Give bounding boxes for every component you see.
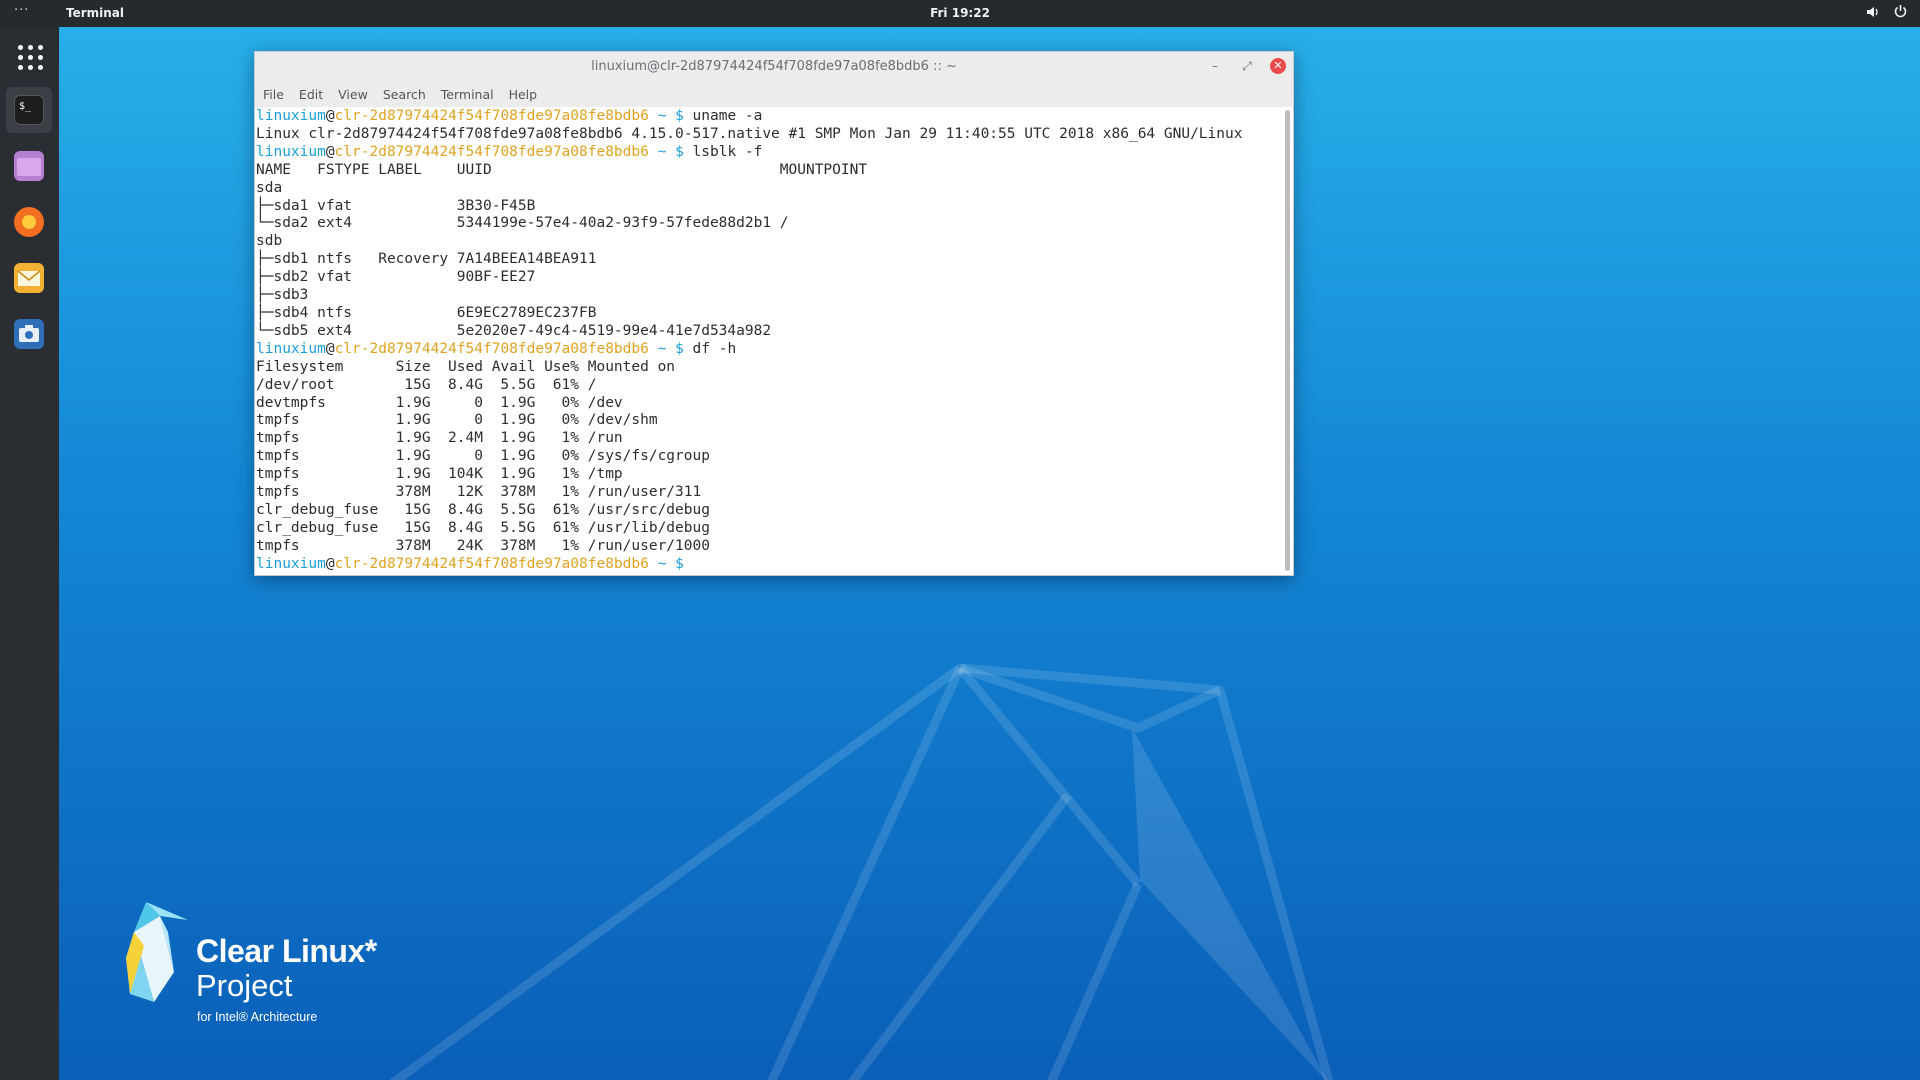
prompt-host: clr-2d87974424f54f708fde97a08fe8bdb6 <box>334 340 649 357</box>
output-line: devtmpfs 1.9G 0 1.9G 0% /dev <box>256 394 623 411</box>
screenshot-icon <box>14 319 44 349</box>
dock: $_ <box>0 27 59 1080</box>
prompt-line: linuxium@clr-2d87974424f54f708fde97a08fe… <box>256 108 1283 126</box>
prompt-host: clr-2d87974424f54f708fde97a08fe8bdb6 <box>334 108 649 124</box>
dock-firefox[interactable] <box>6 199 52 245</box>
prompt-line: linuxium@clr-2d87974424f54f708fde97a08fe… <box>256 556 1283 574</box>
logo-subtitle: Project <box>196 968 293 1003</box>
window-titlebar[interactable]: linuxium@clr-2d87974424f54f708fde97a08fe… <box>255 52 1293 82</box>
output-line: └─sda2 ext4 5344199e-57e4-40a2-93f9-57fe… <box>256 215 789 232</box>
prompt-user: linuxium <box>256 340 326 357</box>
clock-label[interactable]: Fri 19:22 <box>930 6 990 20</box>
prompt-at: @ <box>325 555 335 572</box>
menu-file[interactable]: File <box>255 82 291 102</box>
prompt-user: linuxium <box>256 108 326 124</box>
output-line: Filesystem Size Used Avail Use% Mounted … <box>256 358 676 375</box>
clear-linux-logo: Clear Linux* Project for Intel® Architec… <box>124 902 384 1032</box>
output-line: ├─sdb3 <box>256 287 309 304</box>
volume-icon[interactable] <box>1866 5 1880 22</box>
dock-mail[interactable] <box>6 255 52 301</box>
prompt-host: clr-2d87974424f54f708fde97a08fe8bdb6 <box>334 555 649 572</box>
show-applications-button[interactable] <box>6 33 52 79</box>
menu-view[interactable]: View <box>330 82 375 102</box>
command-text: uname -a <box>683 108 763 124</box>
output-line: tmpfs 1.9G 0 1.9G 0% /sys/fs/cgroup <box>256 448 710 465</box>
minimize-button[interactable]: – <box>1207 58 1223 74</box>
prompt-user: linuxium <box>256 143 326 160</box>
prompt-dir: ~ <box>648 108 676 124</box>
clock: Fri 19:22 <box>0 6 1920 20</box>
prompt-symbol: $ <box>675 340 684 357</box>
prompt-symbol: $ <box>675 555 684 572</box>
dock-terminal[interactable]: $_ <box>6 87 52 133</box>
menu-edit[interactable]: Edit <box>291 82 330 102</box>
terminal-icon: $_ <box>14 95 44 125</box>
output-line: tmpfs 378M 24K 378M 1% /run/user/1000 <box>256 537 710 554</box>
output-line: tmpfs 378M 12K 378M 1% /run/user/311 <box>256 484 702 501</box>
menu-search[interactable]: Search <box>375 82 433 102</box>
clear-linux-logo-icon <box>126 902 188 1002</box>
prompt-dir: ~ <box>648 555 676 572</box>
output-line: ├─sdb4 ntfs 6E9EC2789EC237FB <box>256 304 597 321</box>
logo-tagline: for Intel® Architecture <box>197 1010 318 1024</box>
prompt-dir: ~ <box>648 340 676 357</box>
output-line: ├─sda1 vfat 3B30-F45B <box>256 197 536 214</box>
prompt-user: linuxium <box>256 555 326 572</box>
menu-help[interactable]: Help <box>501 82 545 102</box>
output-line: ├─sdb2 vfat 90BF-EE27 <box>256 269 536 286</box>
activities-button[interactable]: ··· <box>14 3 29 18</box>
prompt-dir: ~ <box>648 143 676 160</box>
output-line: tmpfs 1.9G 104K 1.9G 1% /tmp <box>256 466 623 483</box>
dock-screenshot[interactable] <box>6 311 52 357</box>
output-line: sdb <box>256 233 283 250</box>
scrollbar[interactable] <box>1285 110 1290 571</box>
window-title: linuxium@clr-2d87974424f54f708fde97a08fe… <box>591 59 957 74</box>
output-line: tmpfs 1.9G 2.4M 1.9G 1% /run <box>256 430 623 447</box>
terminal-output[interactable]: linuxium@clr-2d87974424f54f708fde97a08fe… <box>255 107 1283 575</box>
files-icon <box>14 151 44 181</box>
menu-terminal[interactable]: Terminal <box>433 82 501 102</box>
output-line: clr_debug_fuse 15G 8.4G 5.5G 61% /usr/sr… <box>256 501 710 518</box>
close-button[interactable]: ✕ <box>1270 58 1286 74</box>
power-icon[interactable] <box>1893 4 1908 22</box>
output-line: tmpfs 1.9G 0 1.9G 0% /dev/shm <box>256 412 658 429</box>
app-menu[interactable]: Terminal <box>66 6 124 20</box>
logo-title: Clear Linux* <box>196 933 377 969</box>
output-line: Linux clr-2d87974424f54f708fde97a08fe8bd… <box>256 125 1243 142</box>
prompt-at: @ <box>325 340 335 357</box>
output-line: NAME FSTYPE LABEL UUID MOUNTPOINT <box>256 161 868 178</box>
output-line: └─sdb5 ext4 5e2020e7-49c4-4519-99e4-41e7… <box>256 322 772 339</box>
prompt-symbol: $ <box>675 108 684 124</box>
command-text: df -h <box>683 340 737 357</box>
prompt-at: @ <box>325 143 335 160</box>
prompt-line: linuxium@clr-2d87974424f54f708fde97a08fe… <box>256 341 1283 359</box>
dock-files[interactable] <box>6 143 52 189</box>
output-line: /dev/root 15G 8.4G 5.5G 61% / <box>256 376 597 393</box>
maximize-button[interactable]: ⤢ <box>1239 58 1255 74</box>
command-text: lsblk -f <box>683 143 763 160</box>
output-line: clr_debug_fuse 15G 8.4G 5.5G 61% /usr/li… <box>256 519 710 536</box>
output-line: ├─sdb1 ntfs Recovery 7A14BEEA14BEA911 <box>256 251 597 268</box>
terminal-window: linuxium@clr-2d87974424f54f708fde97a08fe… <box>254 51 1294 576</box>
mail-icon <box>14 263 44 293</box>
prompt-host: clr-2d87974424f54f708fde97a08fe8bdb6 <box>334 143 649 160</box>
firefox-icon <box>14 207 44 237</box>
prompt-at: @ <box>325 108 335 124</box>
prompt-line: linuxium@clr-2d87974424f54f708fde97a08fe… <box>256 144 1283 162</box>
menu-bar: File Edit View Search Terminal Help <box>255 82 1293 107</box>
apps-grid-icon <box>18 45 43 70</box>
prompt-symbol: $ <box>675 143 684 160</box>
top-bar: ··· Terminal Fri 19:22 <box>0 0 1920 27</box>
output-line: sda <box>256 179 283 196</box>
